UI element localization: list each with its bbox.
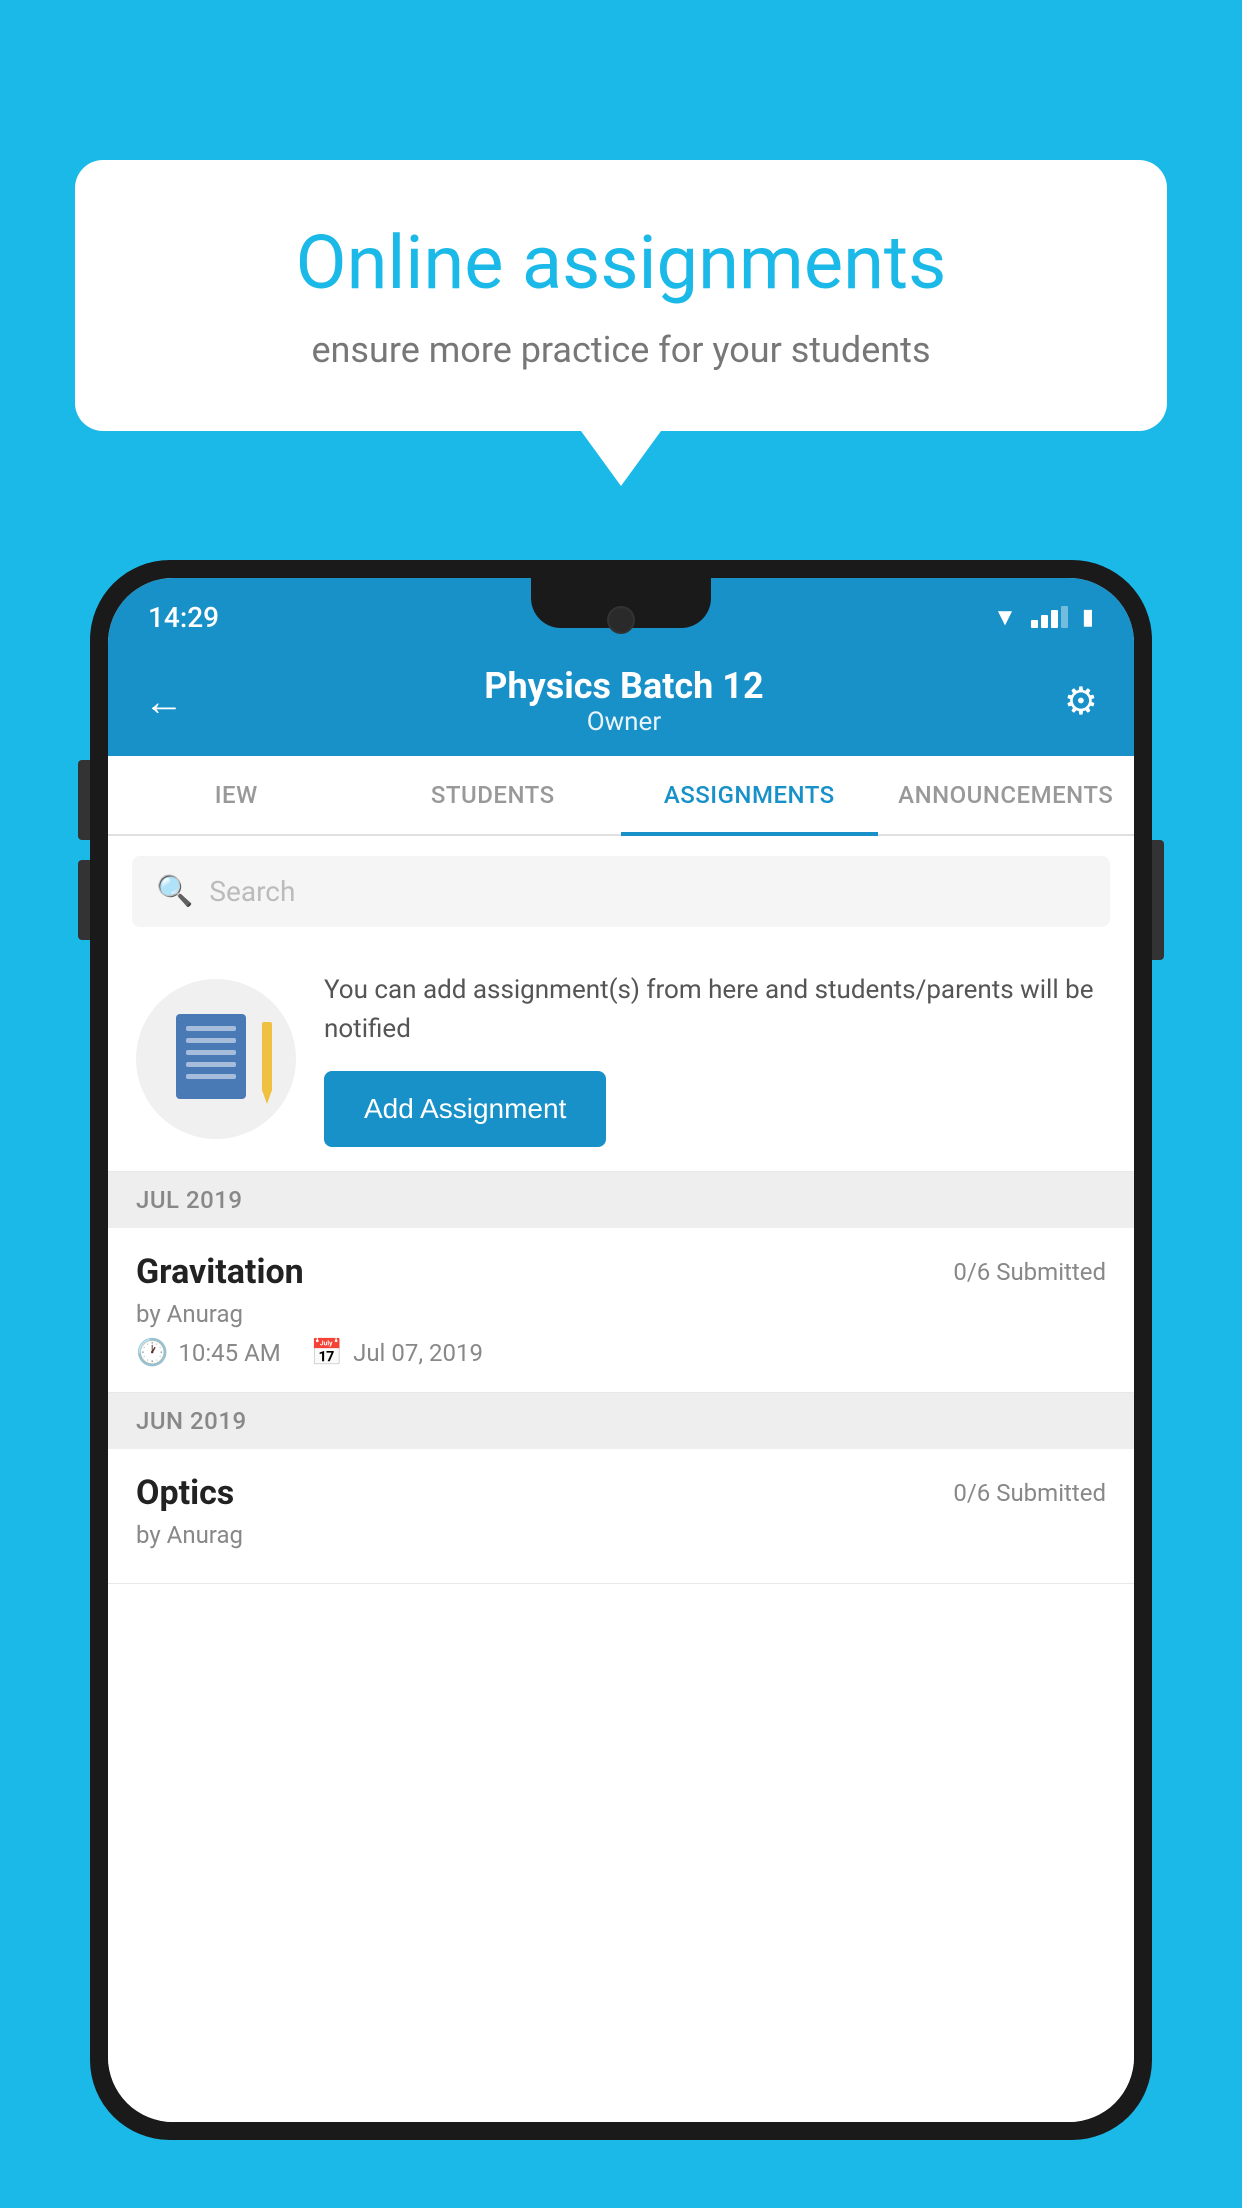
section-header-jun-2019: JUN 2019	[108, 1393, 1134, 1449]
settings-icon[interactable]: ⚙	[1064, 679, 1098, 724]
calendar-icon: 📅	[311, 1338, 343, 1368]
back-button[interactable]: ←	[144, 678, 184, 725]
app-header: ← Physics Batch 12 Owner ⚙	[108, 646, 1134, 756]
header-title-container: Physics Batch 12 Owner	[484, 665, 763, 737]
assignment-time-value: 10:45 AM	[178, 1339, 280, 1367]
section-header-jul-2019-label: JUL 2019	[136, 1186, 243, 1214]
notebook-icon	[176, 1014, 256, 1104]
phone-side-button-power	[1152, 840, 1164, 960]
assignment-submitted-optics: 0/6 Submitted	[953, 1479, 1106, 1507]
assignment-author-optics: by Anurag	[136, 1521, 1106, 1549]
phone-notch	[531, 578, 711, 628]
assignment-time-gravitation: 🕐 10:45 AM	[136, 1338, 281, 1368]
content-area: 🔍 Search	[108, 836, 1134, 2122]
phone-camera	[607, 606, 635, 634]
tab-announcements[interactable]: ANNOUNCEMENTS	[878, 756, 1135, 834]
assignment-author-gravitation: by Anurag	[136, 1300, 1106, 1328]
promo-description: You can add assignment(s) from here and …	[324, 971, 1106, 1049]
speech-bubble-container: Online assignments ensure more practice …	[75, 160, 1167, 486]
phone-side-button-vol-up	[78, 760, 90, 840]
assignment-submitted-gravitation: 0/6 Submitted	[953, 1258, 1106, 1286]
promo-card: You can add assignment(s) from here and …	[108, 947, 1134, 1172]
tab-students[interactable]: STUDENTS	[365, 756, 622, 834]
phone-side-button-vol-down	[78, 860, 90, 940]
speech-bubble-title: Online assignments	[145, 220, 1097, 309]
speech-bubble-arrow	[581, 431, 661, 486]
phone-screen: 14:29 ▼ ▮ ← Physics Batch 12	[108, 578, 1134, 2122]
speech-bubble: Online assignments ensure more practice …	[75, 160, 1167, 431]
battery-icon: ▮	[1082, 605, 1094, 630]
status-icons: ▼ ▮	[993, 603, 1094, 632]
assignment-item-optics[interactable]: Optics 0/6 Submitted by Anurag	[108, 1449, 1134, 1584]
speech-bubble-subtitle: ensure more practice for your students	[145, 329, 1097, 371]
phone-container: 14:29 ▼ ▮ ← Physics Batch 12	[90, 560, 1152, 2208]
status-time: 14:29	[148, 601, 219, 634]
tab-bar: IEW STUDENTS ASSIGNMENTS ANNOUNCEMENTS	[108, 756, 1134, 836]
assignment-item-gravitation[interactable]: Gravitation 0/6 Submitted by Anurag 🕐 10…	[108, 1228, 1134, 1393]
assignment-date-value: Jul 07, 2019	[353, 1339, 483, 1367]
wifi-icon: ▼	[993, 603, 1017, 632]
add-assignment-button[interactable]: Add Assignment	[324, 1071, 606, 1147]
search-icon: 🔍	[156, 874, 193, 909]
assignment-title-optics: Optics	[136, 1473, 234, 1513]
header-subtitle: Owner	[484, 707, 763, 737]
search-container: 🔍 Search	[108, 836, 1134, 947]
search-bar[interactable]: 🔍 Search	[132, 856, 1110, 927]
assignment-date-gravitation: 📅 Jul 07, 2019	[311, 1338, 483, 1368]
search-placeholder: Search	[209, 875, 295, 908]
tab-assignments[interactable]: ASSIGNMENTS	[621, 756, 878, 834]
section-header-jun-2019-label: JUN 2019	[136, 1407, 247, 1435]
clock-icon: 🕐	[136, 1338, 168, 1368]
assignment-meta-gravitation: 🕐 10:45 AM 📅 Jul 07, 2019	[136, 1338, 1106, 1368]
phone-outer: 14:29 ▼ ▮ ← Physics Batch 12	[90, 560, 1152, 2140]
assignment-title-gravitation: Gravitation	[136, 1252, 304, 1292]
signal-icon	[1031, 606, 1068, 628]
tab-overview[interactable]: IEW	[108, 756, 365, 834]
promo-content: You can add assignment(s) from here and …	[324, 971, 1106, 1147]
section-header-jul-2019: JUL 2019	[108, 1172, 1134, 1228]
header-title: Physics Batch 12	[484, 665, 763, 707]
assignment-icon-circle	[136, 979, 296, 1139]
